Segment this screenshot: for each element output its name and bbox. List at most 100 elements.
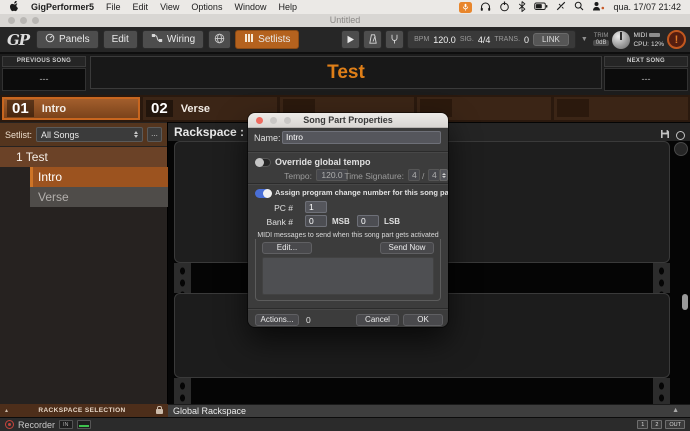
menu-item-file[interactable]: File: [106, 2, 121, 12]
pc-label: PC #: [255, 203, 293, 213]
transport-area: BPM 120.0 SIG. 4/4 TRANS. 0 LINK ▼ TRIM …: [341, 30, 686, 49]
sig-value[interactable]: 4/4: [478, 35, 491, 45]
actions-button[interactable]: Actions...: [255, 314, 299, 326]
bank-lsb-field[interactable]: 0: [357, 215, 379, 227]
song-part-list-item-verse[interactable]: Verse: [30, 187, 168, 207]
refresh-icon[interactable]: [676, 131, 685, 140]
tempo-panel: BPM 120.0 SIG. 4/4 TRANS. 0 LINK: [407, 30, 576, 49]
name-field[interactable]: Intro: [282, 131, 441, 144]
menu-item-options[interactable]: Options: [191, 2, 222, 12]
song-list-item-test[interactable]: 1 Test: [0, 147, 167, 167]
ok-button[interactable]: OK: [403, 314, 443, 326]
metronome-button[interactable]: [363, 30, 382, 49]
battery-icon[interactable]: [534, 2, 548, 13]
divider: [248, 308, 448, 310]
edit-midi-button[interactable]: Edit...: [262, 242, 312, 254]
panic-button[interactable]: !: [667, 30, 686, 49]
song-part-intro[interactable]: 01 Intro: [2, 97, 140, 120]
menu-item-window[interactable]: Window: [234, 2, 266, 12]
rackspace-selection-bar[interactable]: ▴ RACKSPACE SELECTION: [0, 404, 168, 417]
next-song-label: NEXT SONG: [604, 56, 688, 67]
output-2-badge: 2: [651, 420, 662, 429]
wiring-button-label: Wiring: [167, 34, 195, 45]
previous-song-widget[interactable]: PREVIOUS SONG ---: [2, 56, 86, 91]
divider: [248, 183, 448, 185]
dialog-close-button[interactable]: [256, 117, 263, 124]
wiring-button[interactable]: Wiring: [142, 30, 204, 49]
gigperformer-app: GigPerformer5 File Edit View Options Win…: [0, 0, 690, 431]
cancel-button[interactable]: Cancel: [356, 314, 399, 326]
panel-knob[interactable]: [674, 142, 688, 156]
midi-messages-textarea[interactable]: [262, 257, 434, 295]
panels-button-label: Panels: [59, 34, 90, 45]
fast-user-switching-icon[interactable]: [592, 1, 605, 13]
tempo-label: Tempo:: [278, 171, 312, 181]
menu-item-view[interactable]: View: [160, 2, 179, 12]
override-tempo-toggle[interactable]: [255, 158, 271, 167]
time-signature-numerator-field[interactable]: 4: [408, 169, 420, 181]
link-button[interactable]: LINK: [533, 33, 569, 46]
globe-icon: [214, 33, 225, 47]
trim-control[interactable]: TRIM 0dB: [593, 33, 610, 46]
pc-field[interactable]: 1: [305, 201, 327, 213]
select-arrows-icon: [134, 131, 138, 138]
lock-icon[interactable]: [156, 409, 163, 414]
midi-messages-group: MIDI messages to send when this song par…: [255, 235, 441, 301]
rack-rail: [174, 263, 191, 293]
song-part-list-item-intro[interactable]: Intro: [30, 167, 168, 187]
menu-item-edit[interactable]: Edit: [133, 2, 149, 12]
setlist-icon: [244, 33, 254, 46]
song-part-number: 02: [146, 100, 173, 117]
play-button[interactable]: [341, 30, 360, 49]
menubar-clock[interactable]: qua. 17/07 21:42: [613, 2, 681, 12]
setlist-sidebar: Setlist: All Songs ... 1 Test Intro Vers…: [0, 122, 168, 404]
previous-song-value[interactable]: ---: [2, 68, 86, 91]
trans-value[interactable]: 0: [524, 35, 529, 45]
slot-number-box: [557, 99, 589, 117]
search-icon[interactable]: [574, 1, 584, 13]
setlists-button[interactable]: Setlists: [235, 30, 299, 49]
panels-button[interactable]: Panels: [36, 30, 99, 49]
power-icon[interactable]: [499, 1, 510, 14]
assign-pc-toggle[interactable]: [255, 189, 271, 198]
next-song-value[interactable]: ---: [604, 68, 688, 91]
apple-menu-icon[interactable]: [9, 1, 19, 14]
recorder-label[interactable]: Recorder: [18, 420, 55, 430]
headphones-icon[interactable]: [480, 1, 491, 14]
setlist-select[interactable]: All Songs: [36, 127, 143, 142]
bank-label: Bank #: [255, 217, 293, 227]
dialog-titlebar[interactable]: Song Part Properties: [248, 113, 448, 128]
input-level-meter: [77, 420, 91, 429]
record-icon[interactable]: [5, 420, 14, 429]
microphone-icon[interactable]: [459, 2, 472, 13]
edit-button[interactable]: Edit: [103, 30, 138, 49]
tempo-dropdown-icon[interactable]: ▼: [579, 36, 590, 43]
dialog-zoom-button: [284, 117, 291, 124]
menu-item-help[interactable]: Help: [278, 2, 297, 12]
setlist-more-button[interactable]: ...: [147, 127, 162, 142]
app-toolbar: GP Panels Edit Wiring Setlists: [0, 27, 690, 54]
send-now-button[interactable]: Send Now: [380, 242, 434, 254]
master-volume-knob[interactable]: [612, 31, 630, 49]
menu-item-gigperformer5[interactable]: GigPerformer5: [31, 2, 94, 12]
actions-count: 0: [306, 315, 311, 325]
next-song-widget[interactable]: NEXT SONG ---: [604, 56, 688, 91]
expand-panel-icon[interactable]: ▲: [672, 405, 679, 417]
song-part-name: Verse: [181, 103, 210, 115]
bpm-value[interactable]: 120.0: [433, 35, 456, 45]
slash-icon[interactable]: [556, 1, 566, 13]
tuner-button[interactable]: [385, 30, 404, 49]
bluetooth-icon[interactable]: [518, 1, 526, 14]
divider: [248, 151, 448, 153]
time-signature-stepper[interactable]: [440, 169, 448, 181]
sig-label: SIG.: [460, 36, 474, 43]
rack-rail: [653, 378, 670, 404]
song-part-slot[interactable]: [554, 97, 688, 120]
bank-msb-field[interactable]: 0: [305, 215, 327, 227]
msb-label: MSB: [332, 217, 350, 226]
global-rackspace-label: Global Rackspace: [173, 406, 246, 416]
globe-button[interactable]: [208, 30, 231, 49]
scrollbar-thumb[interactable]: [682, 294, 688, 310]
time-signature-denominator-field[interactable]: 4: [428, 169, 440, 181]
song-part-number: 01: [7, 100, 34, 117]
